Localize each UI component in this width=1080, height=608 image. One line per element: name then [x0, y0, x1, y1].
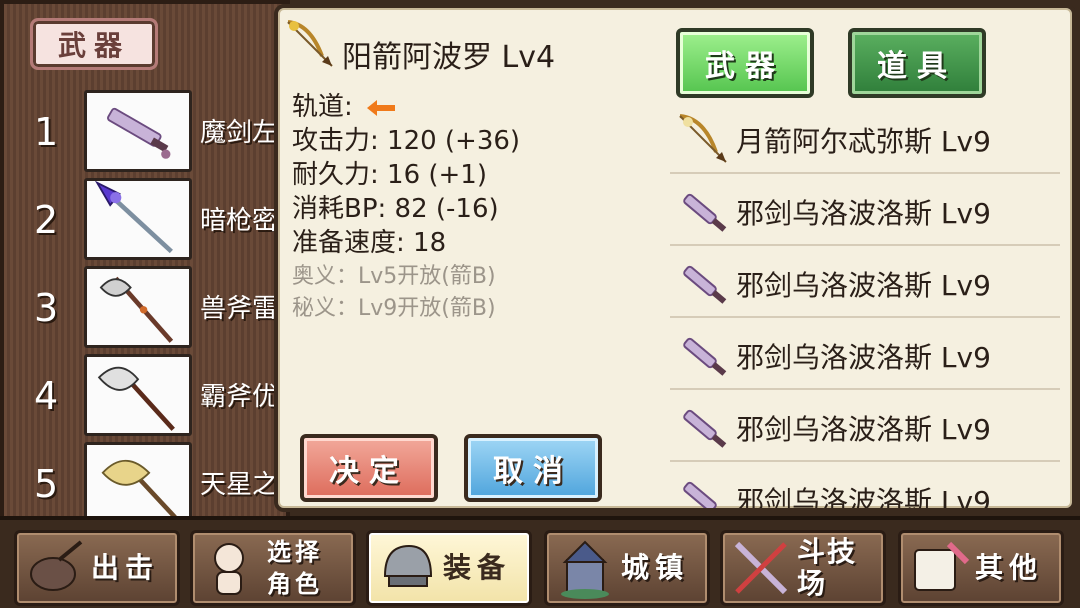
secret-technique-2: 秘义：Lv9开放(箭B) — [292, 296, 496, 321]
nav-other-label: 其他 — [975, 551, 1044, 584]
dark-spear-icon — [84, 178, 192, 260]
slot-number: 1 — [34, 110, 59, 154]
nav-sortie-label: 出击 — [91, 551, 160, 584]
list-item[interactable]: 邪剑乌洛波洛斯 Lv9 — [670, 320, 1060, 390]
attack-stat: 攻击力: 120 (+36) — [292, 126, 521, 156]
list-item[interactable]: 月箭阿尔忒弥斯 Lv9 — [670, 104, 1060, 174]
tab-items[interactable]: 道具 — [848, 28, 986, 98]
pot-icon — [30, 540, 83, 591]
nav-equip-button[interactable]: 装备 — [366, 530, 532, 606]
weapon-name: 暗枪密 — [200, 206, 279, 236]
sun-bow-icon — [287, 20, 333, 67]
weapon-slot-2[interactable]: 2 暗枪密 — [4, 176, 294, 262]
confirm-button[interactable]: 决定 — [300, 434, 438, 502]
demon-sword-icon — [84, 90, 192, 172]
weapon-slot-4[interactable]: 4 霸斧优 — [4, 352, 294, 438]
nav-other-button[interactable]: 其他 — [898, 530, 1064, 606]
nav-equip-label: 装备 — [443, 551, 512, 584]
item-name: 邪剑乌洛波洛斯 Lv9 — [736, 197, 991, 230]
weapon-slot-3[interactable]: 3 兽斧雷 — [4, 264, 294, 350]
durability-stat: 耐久力: 16 (+1) — [292, 160, 487, 190]
weapon-name: 天星之 — [200, 470, 279, 500]
nav-select-line2: 角色 — [267, 570, 323, 598]
evil-sword-icon — [683, 337, 727, 376]
slot-number: 5 — [34, 462, 59, 506]
item-name: 邪剑乌洛波洛斯 Lv9 — [736, 341, 991, 374]
weapon-name: 魔剑左 — [200, 118, 279, 148]
nav-town-label: 城镇 — [621, 551, 690, 584]
secret-technique-1: 奥义：Lv5开放(箭B) — [292, 264, 496, 289]
evil-sword-icon — [683, 193, 727, 232]
weapon-name: 兽斧雷 — [200, 294, 279, 324]
cancel-button[interactable]: 取消 — [464, 434, 602, 502]
nav-select-line1: 选择 — [267, 538, 323, 566]
star-axe-icon — [84, 442, 192, 524]
slot-number: 2 — [34, 198, 59, 242]
bottom-navigation: 出击 选择 角色 装备 城镇 斗技场 其他 — [0, 516, 1080, 608]
nav-town-button[interactable]: 城镇 — [544, 530, 710, 606]
list-item[interactable]: 邪剑乌洛波洛斯 Lv9 — [670, 176, 1060, 246]
nav-arena-label: 斗技场 — [797, 535, 858, 600]
crossed-swords-icon — [734, 541, 788, 595]
equipment-detail-panel: 阳箭阿波罗 Lv4 轨道: 攻击力: 120 (+36) 耐久力: 16 (+1… — [274, 4, 1076, 512]
weapon-slot-5[interactable]: 5 天星之 — [4, 440, 294, 526]
item-name: 邪剑乌洛波洛斯 Lv9 — [736, 269, 991, 302]
helmet-icon — [383, 544, 433, 587]
slot-number: 4 — [34, 374, 59, 418]
item-name: 邪剑乌洛波洛斯 Lv9 — [736, 485, 991, 508]
nav-sortie-button[interactable]: 出击 — [14, 530, 180, 606]
battle-axe-icon — [84, 354, 192, 436]
weapon-slot-1[interactable]: 1 魔剑左 — [4, 88, 294, 174]
weapon-panel-title: 武器 — [30, 18, 158, 70]
nav-select-label: 选择 角色 — [267, 536, 323, 600]
trajectory-stat: 轨道: — [292, 86, 396, 123]
nav-arena-button[interactable]: 斗技场 — [720, 530, 886, 606]
slot-number: 3 — [34, 286, 59, 330]
bp-cost-stat: 消耗BP: 82 (-16) — [292, 194, 499, 224]
nav-select-character-button[interactable]: 选择 角色 — [190, 530, 356, 606]
item-name: 月箭阿尔忒弥斯 Lv9 — [736, 125, 991, 158]
tab-weapons[interactable]: 武器 — [676, 28, 814, 98]
evil-sword-icon — [683, 481, 717, 508]
weapon-name: 霸斧优 — [200, 382, 279, 412]
scroll-quill-icon — [914, 541, 970, 591]
arrow-left-icon — [367, 99, 396, 116]
evil-sword-icon — [683, 265, 727, 304]
weapon-slot-panel: 武器 1 魔剑左 2 暗枪密 3 兽斧雷 4 霸斧优 5 天星之 — [0, 0, 290, 524]
item-name: 邪剑乌洛波洛斯 Lv9 — [736, 413, 991, 446]
selected-weapon-title: 阳箭阿波罗 Lv4 — [342, 40, 556, 75]
castle-icon — [561, 540, 609, 599]
prep-speed-stat: 准备速度: 18 — [292, 228, 447, 258]
character-icon — [214, 543, 244, 595]
moon-bow-icon — [679, 114, 727, 163]
list-item[interactable]: 邪剑乌洛波洛斯 Lv9 — [670, 248, 1060, 318]
list-item[interactable]: 邪剑乌洛波洛斯 Lv9 — [670, 464, 1060, 508]
beast-axe-icon — [84, 266, 192, 348]
evil-sword-icon — [683, 409, 727, 448]
list-item[interactable]: 邪剑乌洛波洛斯 Lv9 — [670, 392, 1060, 462]
trajectory-label: 轨道: — [292, 92, 353, 122]
